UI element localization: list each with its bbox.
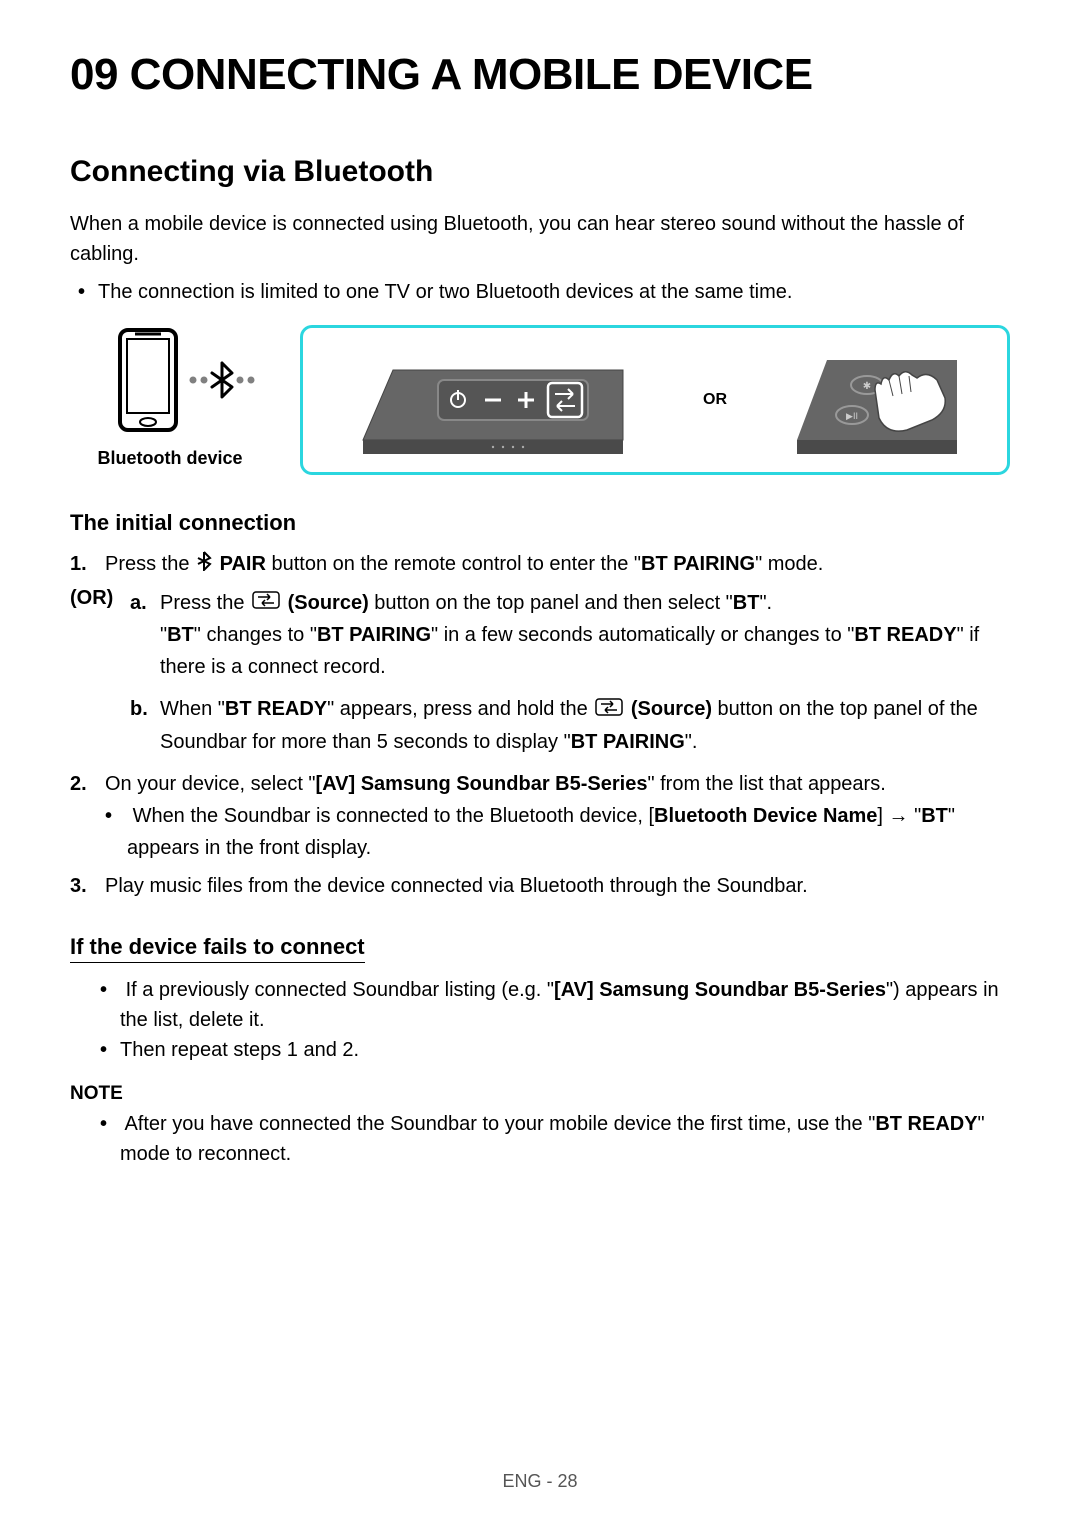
step-a: a. Press the (Source) button on the top … [130,587,1010,684]
soundbar-top-icon [353,340,633,460]
or-label: OR [703,391,727,409]
step-1: 1. Press the PAIR button on the remote c… [70,548,1010,581]
devices-box: OR ✱ ▶II [300,325,1010,475]
chapter-title: 09 CONNECTING A MOBILE DEVICE [70,50,1010,100]
bluetooth-icon [197,549,212,581]
phone-bluetooth-icon [80,325,260,435]
soundbar-touch-icon: ✱ ▶II [797,340,957,460]
initial-heading: The initial connection [70,510,1010,536]
bt-device-block: Bluetooth device [70,325,270,469]
svg-text:✱: ✱ [863,381,871,392]
step-2: 2. On your device, select "[AV] Samsung … [70,768,1010,864]
bt-device-label: Bluetooth device [70,448,270,469]
intro-bullet: The connection is limited to one TV or t… [98,277,1010,307]
fails-bullet-1: If a previously connected Soundbar listi… [120,975,1010,1035]
step-b: b. When "BT READY" appears, press and ho… [130,693,1010,758]
note-label: NOTE [70,1083,1010,1105]
section-title: Connecting via Bluetooth [70,155,1010,189]
page-footer: ENG - 28 [0,1471,1080,1492]
step-2-bullet: When the Soundbar is connected to the Bl… [127,800,1010,864]
source-icon [252,587,280,619]
source-icon [595,694,623,726]
fails-bullet-2: Then repeat steps 1 and 2. [120,1035,1010,1065]
step-3: 3. Play music files from the device conn… [70,870,1010,902]
svg-text:▶II: ▶II [846,411,858,421]
intro-text: When a mobile device is connected using … [70,209,1010,269]
fails-heading: If the device fails to connect [70,934,1010,963]
diagram-row: Bluetooth device OR [70,325,1010,475]
or-block: (OR) a. Press the (Source) button on the… [70,587,1010,768]
note-bullet: After you have connected the Soundbar to… [120,1109,1010,1169]
